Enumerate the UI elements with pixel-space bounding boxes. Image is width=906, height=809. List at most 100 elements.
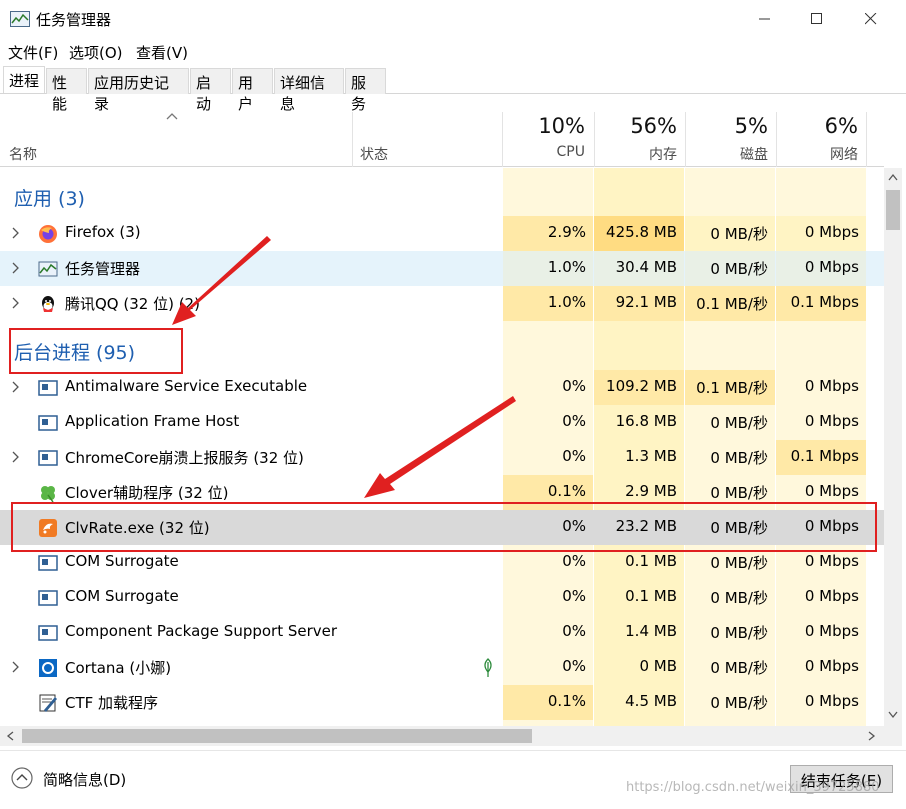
disk-value: 0 MB/秒	[710, 484, 768, 502]
network-total[interactable]: 6%	[777, 114, 858, 138]
memory-value: 0 MB	[639, 657, 677, 675]
cpu-total[interactable]: 10%	[503, 114, 585, 138]
process-name: 任务管理器	[65, 260, 141, 278]
minimize-button[interactable]	[738, 0, 792, 38]
network-value: 0 Mbps	[804, 552, 859, 570]
maximize-button[interactable]	[790, 0, 844, 38]
menu-view[interactable]: 查看(V)	[136, 42, 188, 63]
tab-details[interactable]: 详细信息	[274, 68, 344, 113]
collapse-up-icon[interactable]	[11, 767, 33, 789]
disk-value: 0 MB/秒	[710, 225, 768, 243]
tab-processes[interactable]: 进程	[3, 66, 45, 93]
tab-services[interactable]: 服务	[345, 68, 386, 113]
chevron-right-icon[interactable]	[11, 297, 21, 309]
process-list: 应用 (3) Firefox (3) 2.9% 425.8 MB 0 MB/秒 …	[0, 168, 884, 726]
process-name: Component Package Support Server	[65, 622, 338, 640]
disk-value: 0 MB/秒	[710, 659, 768, 677]
process-row[interactable]: CTF 加载程序 0.1% 4.5 MB 0 MB/秒 0 Mbps	[0, 685, 884, 720]
process-name: 腾讯QQ (32 位) (2)	[65, 295, 200, 313]
disk-value: 0 MB/秒	[710, 694, 768, 712]
col-network[interactable]: 网络	[777, 144, 858, 164]
horizontal-scroll-thumb[interactable]	[22, 729, 532, 743]
network-value: 0 Mbps	[804, 258, 859, 276]
chevron-right-icon[interactable]	[11, 381, 21, 393]
cpu-value: 2.9%	[547, 223, 586, 241]
col-cpu[interactable]: CPU	[503, 144, 585, 160]
col-status[interactable]: 状态	[360, 144, 388, 164]
scroll-down-icon[interactable]	[888, 711, 898, 719]
cpu-value: 1.0%	[547, 258, 586, 276]
horizontal-scrollbar[interactable]	[0, 726, 884, 746]
close-button[interactable]	[844, 0, 898, 38]
col-memory[interactable]: 内存	[595, 144, 677, 164]
task-manager-app-icon	[10, 11, 30, 27]
process-name: CTF 加载程序	[65, 694, 159, 712]
menu-bar: 文件(F) 选项(O) 查看(V)	[0, 38, 906, 64]
disk-value: 0 MB/秒	[710, 589, 768, 607]
scroll-left-icon[interactable]	[6, 731, 14, 741]
process-row[interactable]: COM Surrogate 0% 0.1 MB 0 MB/秒 0 Mbps	[0, 580, 884, 615]
tab-performance[interactable]: 性能	[46, 68, 87, 113]
tab-bar: 进程 性能 应用历史记录 启动 用户 详细信息 服务	[0, 66, 906, 113]
chevron-right-icon[interactable]	[11, 262, 21, 274]
memory-value: 109.2 MB	[606, 377, 677, 395]
network-value: 0 Mbps	[804, 412, 859, 430]
process-name: Antimalware Service Executable	[65, 377, 308, 395]
process-row[interactable]: Cortana (小娜) 0% 0 MB 0 MB/秒 0 Mbps	[0, 650, 884, 685]
cpu-value: 0%	[562, 587, 586, 605]
process-row[interactable]: Antimalware Service Executable 0% 109.2 …	[0, 370, 884, 405]
chevron-right-icon[interactable]	[11, 451, 21, 463]
scroll-right-icon[interactable]	[868, 731, 876, 741]
process-row[interactable]: Application Frame Host 0% 16.8 MB 0 MB/秒…	[0, 405, 884, 440]
maximize-icon	[811, 13, 822, 24]
memory-total[interactable]: 56%	[595, 114, 677, 138]
network-value: 0.1 Mbps	[790, 447, 859, 465]
process-row-firefox[interactable]: Firefox (3) 2.9% 425.8 MB 0 MB/秒 0 Mbps	[0, 216, 884, 251]
scrollbar-corner	[884, 726, 902, 746]
col-name[interactable]: 名称	[9, 144, 37, 164]
annotation-box-clvrate-row	[11, 502, 877, 552]
service-icon	[38, 590, 58, 606]
leaf-suspended-icon	[484, 658, 492, 677]
memory-value: 16.8 MB	[615, 412, 677, 430]
disk-total[interactable]: 5%	[686, 114, 768, 138]
memory-value: 92.1 MB	[615, 293, 677, 311]
vertical-scroll-thumb[interactable]	[886, 190, 900, 230]
network-value: 0 Mbps	[804, 482, 859, 500]
menu-options[interactable]: 选项(O)	[69, 42, 123, 63]
cpu-value: 0.1%	[547, 692, 586, 710]
disk-value: 0 MB/秒	[710, 554, 768, 572]
fewer-details-link[interactable]: 简略信息(D)	[43, 769, 126, 790]
vertical-scrollbar[interactable]	[884, 168, 902, 726]
scroll-up-icon[interactable]	[888, 173, 898, 181]
tab-users[interactable]: 用户	[232, 68, 273, 113]
process-row-task-manager[interactable]: 任务管理器 1.0% 30.4 MB 0 MB/秒 0 Mbps	[0, 251, 884, 286]
process-row[interactable]: ChromeCore崩溃上报服务 (32 位) 0% 1.3 MB 0 MB/秒…	[0, 440, 884, 475]
process-row[interactable]: Component Package Support Server 0% 1.4 …	[0, 615, 884, 650]
cortana-icon	[39, 659, 57, 677]
process-name: ChromeCore崩溃上报服务 (32 位)	[65, 449, 304, 467]
network-value: 0.1 Mbps	[790, 293, 859, 311]
cpu-value: 0%	[562, 447, 586, 465]
memory-value: 0.1 MB	[625, 587, 677, 605]
network-value: 0 Mbps	[804, 587, 859, 605]
col-disk[interactable]: 磁盘	[686, 144, 768, 164]
service-icon	[38, 625, 58, 641]
disk-value: 0 MB/秒	[710, 449, 768, 467]
minimize-icon	[759, 18, 770, 20]
process-name: Cortana (小娜)	[65, 659, 172, 677]
process-name: COM Surrogate	[65, 552, 179, 570]
chevron-right-icon[interactable]	[11, 661, 21, 673]
service-icon	[38, 450, 58, 466]
network-value: 0 Mbps	[804, 377, 859, 395]
memory-value: 1.3 MB	[625, 447, 677, 465]
chevron-right-icon[interactable]	[11, 227, 21, 239]
menu-file[interactable]: 文件(F)	[8, 42, 58, 63]
tab-app-history[interactable]: 应用历史记录	[88, 68, 189, 113]
process-name: Firefox (3)	[65, 223, 141, 241]
disk-value: 0 MB/秒	[710, 260, 768, 278]
qq-icon	[42, 296, 54, 312]
group-apps[interactable]: 应用 (3)	[0, 178, 884, 213]
tab-startup[interactable]: 启动	[190, 68, 231, 113]
process-row-qq[interactable]: 腾讯QQ (32 位) (2) 1.0% 92.1 MB 0.1 MB/秒 0.…	[0, 286, 884, 321]
